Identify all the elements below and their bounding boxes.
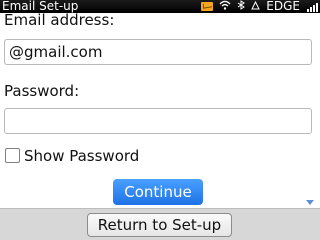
show-password-checkbox[interactable]	[5, 148, 20, 163]
network-type: EDGE	[266, 0, 300, 13]
signal-bars-icon	[306, 2, 318, 12]
wifi-icon	[219, 0, 231, 13]
password-field[interactable]	[4, 108, 312, 134]
roaming-triangle-icon	[251, 0, 261, 13]
show-password-label[interactable]: Show Password	[24, 147, 139, 165]
return-to-setup-button[interactable]: Return to Set-up	[87, 213, 232, 237]
scroll-down-icon[interactable]	[306, 200, 314, 205]
continue-button[interactable]: Continue	[113, 179, 203, 205]
password-label: Password:	[4, 82, 80, 100]
mail-badge-icon	[201, 2, 214, 11]
email-field[interactable]: @gmail.com	[4, 39, 312, 65]
status-icons: EDGE	[195, 0, 318, 13]
bottom-bar: Return to Set-up	[0, 208, 320, 240]
bluetooth-icon	[237, 0, 246, 13]
email-label: Email address:	[4, 11, 115, 29]
